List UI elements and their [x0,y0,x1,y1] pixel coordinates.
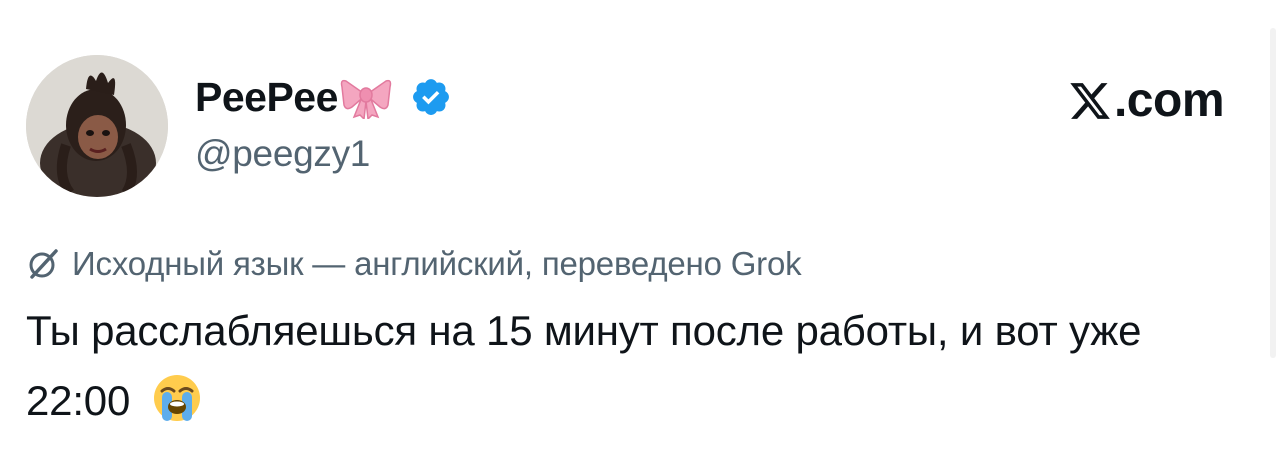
x-logo-icon [1070,82,1110,119]
author-names: PeePee @peegzy1 [195,69,452,175]
brand-label: .com [1113,74,1225,127]
display-name-row[interactable]: PeePee [195,69,452,125]
brand-logo: .com [1068,73,1225,128]
author-handle[interactable]: @peegzy1 [195,133,452,175]
translation-label: Исходный язык — английский, переведено G… [72,245,802,282]
tweet-card: PeePee @peegzy1 .com Исходный язык — анг… [26,55,1226,436]
verified-badge-icon[interactable] [410,76,452,118]
translation-notice[interactable]: Исходный язык — английский, переведено G… [26,242,1226,286]
tweet-text: Ты расслабляешься на 15 минут после рабо… [26,296,1236,436]
display-name[interactable]: PeePee [195,74,338,121]
scrollbar[interactable] [1270,28,1276,358]
loudly-crying-face-icon [153,375,200,421]
avatar[interactable] [26,55,168,197]
grok-icon [29,249,58,279]
avatar-photo [26,55,168,197]
ribbon-bow-icon [340,79,392,119]
tweet-header: PeePee @peegzy1 .com [26,55,1226,200]
